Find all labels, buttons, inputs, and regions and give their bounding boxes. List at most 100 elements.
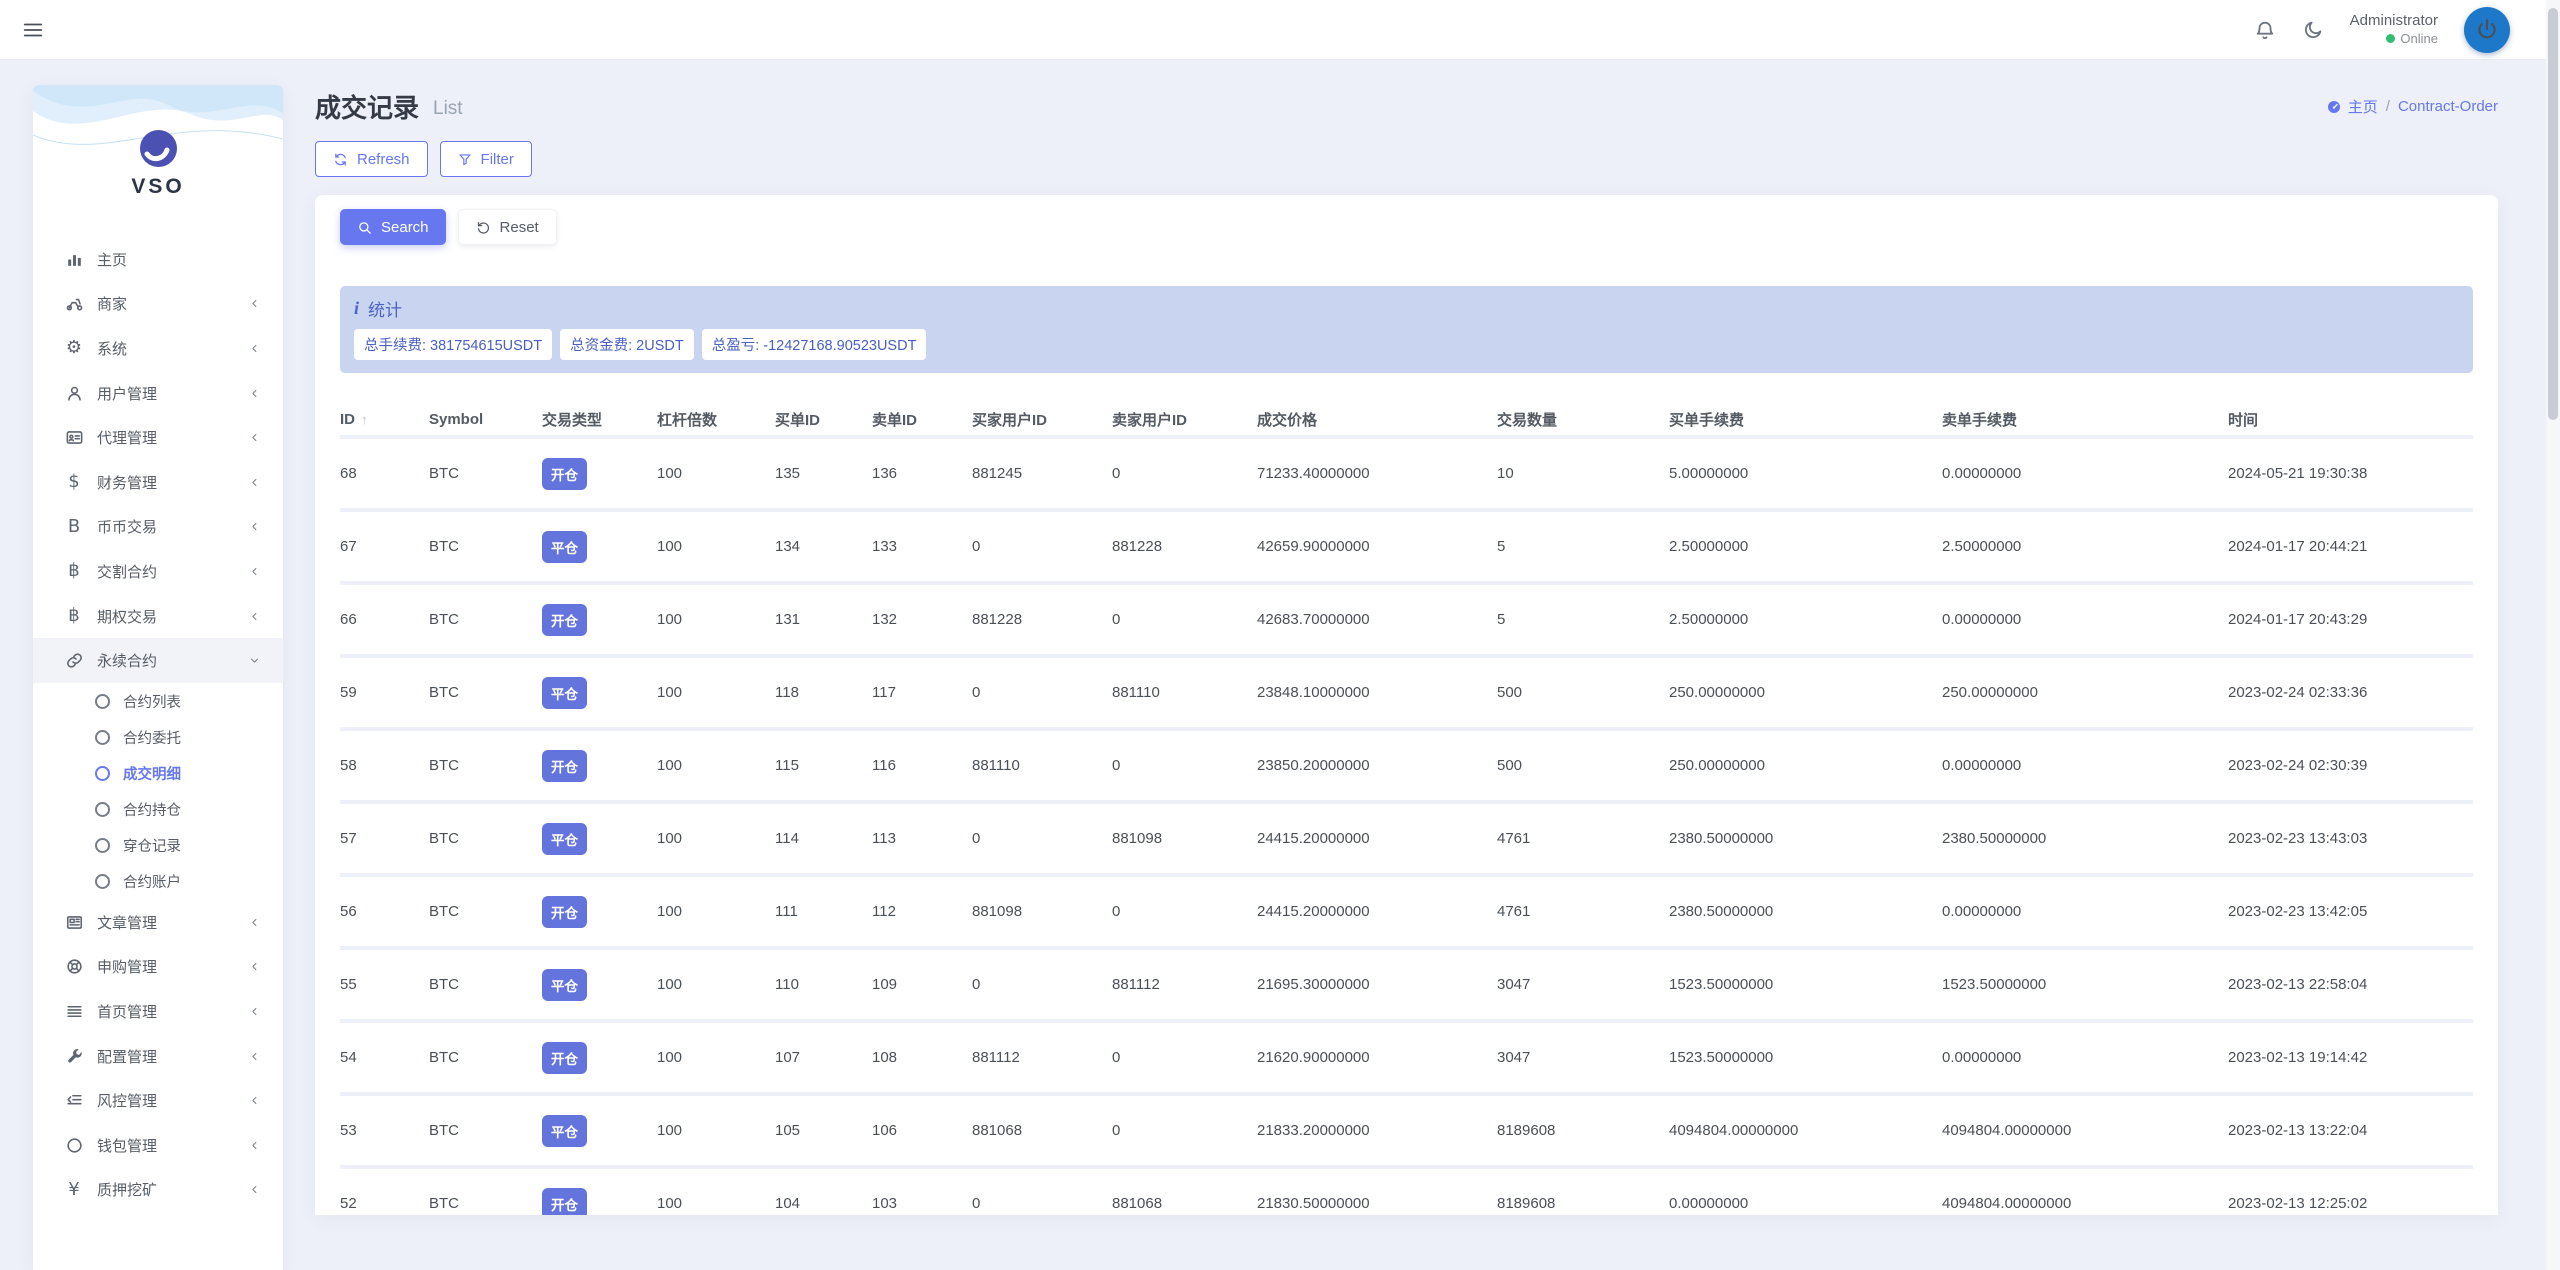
cell-买家用户ID: 881112 <box>972 1049 1112 1066</box>
chevron-left-icon <box>248 476 261 489</box>
breadcrumb-current[interactable]: Contract-Order <box>2398 98 2498 115</box>
sidebar-item-代理管理[interactable]: 代理管理 <box>33 415 283 460</box>
cell-时间: 2023-02-13 22:58:04 <box>2228 976 2473 993</box>
sidebar-item-风控管理[interactable]: 风控管理 <box>33 1078 283 1123</box>
sidebar-subitem-label: 成交明细 <box>123 763 181 784</box>
cell-交易类型: 开仓 <box>542 750 657 782</box>
column-header-Symbol: Symbol <box>429 411 542 428</box>
sidebar-item-label: 配置管理 <box>97 1046 157 1067</box>
sidebar-item-label: 财务管理 <box>97 472 157 493</box>
column-header-卖单手续费: 卖单手续费 <box>1942 409 2228 430</box>
cell-交易数量: 10 <box>1497 465 1669 482</box>
cell-买单手续费: 0.00000000 <box>1669 1195 1942 1212</box>
cell-交易类型: 开仓 <box>542 1042 657 1074</box>
circle-bullet-icon <box>95 802 110 817</box>
hamburger-menu-icon[interactable] <box>22 19 44 41</box>
cell-ID: 54 <box>340 1049 429 1066</box>
page-scrollbar[interactable] <box>2546 0 2560 1270</box>
sidebar-item-label: 文章管理 <box>97 912 157 933</box>
cell-卖单ID: 132 <box>872 611 972 628</box>
sidebar-item-label: 主页 <box>97 249 127 270</box>
sidebar-subitem-合约委托[interactable]: 合约委托 <box>33 719 283 755</box>
idcard-icon <box>61 428 87 447</box>
scrollbar-thumb[interactable] <box>2548 8 2558 420</box>
cell-交易数量: 8189608 <box>1497 1195 1669 1212</box>
cell-成交价格: 42683.70000000 <box>1257 611 1497 628</box>
table-header: ID↑Symbol交易类型杠杆倍数买单ID卖单ID买家用户ID卖家用户ID成交价… <box>340 399 2473 439</box>
cell-Symbol: BTC <box>429 1122 542 1139</box>
reset-button[interactable]: Reset <box>458 209 557 245</box>
cell-ID: 67 <box>340 538 429 555</box>
cell-买家用户ID: 881228 <box>972 611 1112 628</box>
cell-Symbol: BTC <box>429 611 542 628</box>
cell-杠杆倍数: 100 <box>657 1122 775 1139</box>
cell-买单手续费: 2380.50000000 <box>1669 830 1942 847</box>
dark-mode-moon-icon[interactable] <box>2302 19 2324 41</box>
sidebar-item-系统[interactable]: ⚙系统 <box>33 326 283 371</box>
cell-卖家用户ID: 881068 <box>1112 1195 1257 1212</box>
cell-成交价格: 42659.90000000 <box>1257 538 1497 555</box>
cell-卖单手续费: 250.00000000 <box>1942 684 2228 701</box>
cell-买单手续费: 5.00000000 <box>1669 465 1942 482</box>
sidebar-item-质押挖矿[interactable]: ¥质押挖矿 <box>33 1168 283 1213</box>
cell-成交价格: 21830.50000000 <box>1257 1195 1497 1212</box>
breadcrumb-home-link[interactable]: 主页 <box>2326 96 2378 117</box>
cell-ID: 52 <box>340 1195 429 1212</box>
sidebar-item-钱包管理[interactable]: 钱包管理 <box>33 1123 283 1168</box>
sidebar-item-label: 币币交易 <box>97 516 157 537</box>
trade-type-badge: 平仓 <box>542 823 587 855</box>
chevron-left-icon <box>248 1050 261 1063</box>
cell-ID: 66 <box>340 611 429 628</box>
cell-买家用户ID: 881098 <box>972 903 1112 920</box>
cell-杠杆倍数: 100 <box>657 611 775 628</box>
cell-交易数量: 3047 <box>1497 1049 1669 1066</box>
sidebar-item-商家[interactable]: 商家 <box>33 282 283 327</box>
sidebar-item-财务管理[interactable]: $财务管理 <box>33 460 283 505</box>
cell-时间: 2023-02-24 02:30:39 <box>2228 757 2473 774</box>
stat-badge: 总盈亏: -12427168.90523USDT <box>702 329 927 360</box>
sidebar-subitem-合约列表[interactable]: 合约列表 <box>33 683 283 719</box>
cell-成交价格: 23850.20000000 <box>1257 757 1497 774</box>
sidebar-subitem-合约持仓[interactable]: 合约持仓 <box>33 792 283 828</box>
cell-杠杆倍数: 100 <box>657 976 775 993</box>
sidebar-item-首页管理[interactable]: 首页管理 <box>33 989 283 1034</box>
sidebar-item-label: 商家 <box>97 293 127 314</box>
refresh-button[interactable]: Refresh <box>315 141 428 177</box>
breadcrumb-separator: / <box>2386 98 2390 115</box>
search-icon <box>357 220 372 235</box>
brand-name: VSO <box>33 175 283 199</box>
sidebar-item-永续合约[interactable]: 永续合约 <box>33 638 283 683</box>
cell-Symbol: BTC <box>429 465 542 482</box>
sidebar-item-文章管理[interactable]: 文章管理 <box>33 900 283 945</box>
column-header-ID[interactable]: ID↑ <box>340 411 429 428</box>
notifications-bell-icon[interactable] <box>2254 19 2276 41</box>
user-menu[interactable]: Administrator Online <box>2350 12 2438 47</box>
sidebar-item-币币交易[interactable]: B币币交易 <box>33 505 283 550</box>
news-icon <box>61 913 87 932</box>
sidebar-subitem-穿仓记录[interactable]: 穿仓记录 <box>33 828 283 864</box>
user-avatar[interactable] <box>2464 7 2510 53</box>
column-header-卖单ID: 卖单ID <box>872 409 972 430</box>
sidebar-item-用户管理[interactable]: 用户管理 <box>33 371 283 416</box>
cell-交易类型: 平仓 <box>542 677 657 709</box>
cell-买单ID: 115 <box>775 757 872 774</box>
trade-type-badge: 开仓 <box>542 1188 587 1216</box>
cell-时间: 2023-02-24 02:33:36 <box>2228 684 2473 701</box>
column-header-买单ID: 买单ID <box>775 409 872 430</box>
sidebar-item-label: 风控管理 <box>97 1090 157 1111</box>
cell-成交价格: 21833.20000000 <box>1257 1122 1497 1139</box>
sidebar-item-期权交易[interactable]: ฿期权交易 <box>33 594 283 639</box>
cell-买家用户ID: 881068 <box>972 1122 1112 1139</box>
sidebar-subitem-成交明细[interactable]: 成交明细 <box>33 755 283 791</box>
filter-button[interactable]: Filter <box>440 141 532 177</box>
sidebar-item-申购管理[interactable]: 申购管理 <box>33 945 283 990</box>
sidebar-item-主页[interactable]: 主页 <box>33 237 283 282</box>
sidebar-subitem-合约账户[interactable]: 合约账户 <box>33 864 283 900</box>
sidebar-item-配置管理[interactable]: 配置管理 <box>33 1034 283 1079</box>
brand[interactable]: VSO <box>33 85 283 199</box>
sidebar-subitem-label: 合约持仓 <box>123 799 181 820</box>
sidebar-item-交割合约[interactable]: ฿交割合约 <box>33 549 283 594</box>
search-button[interactable]: Search <box>340 209 446 245</box>
chart-icon <box>61 250 87 269</box>
cell-卖家用户ID: 881098 <box>1112 830 1257 847</box>
